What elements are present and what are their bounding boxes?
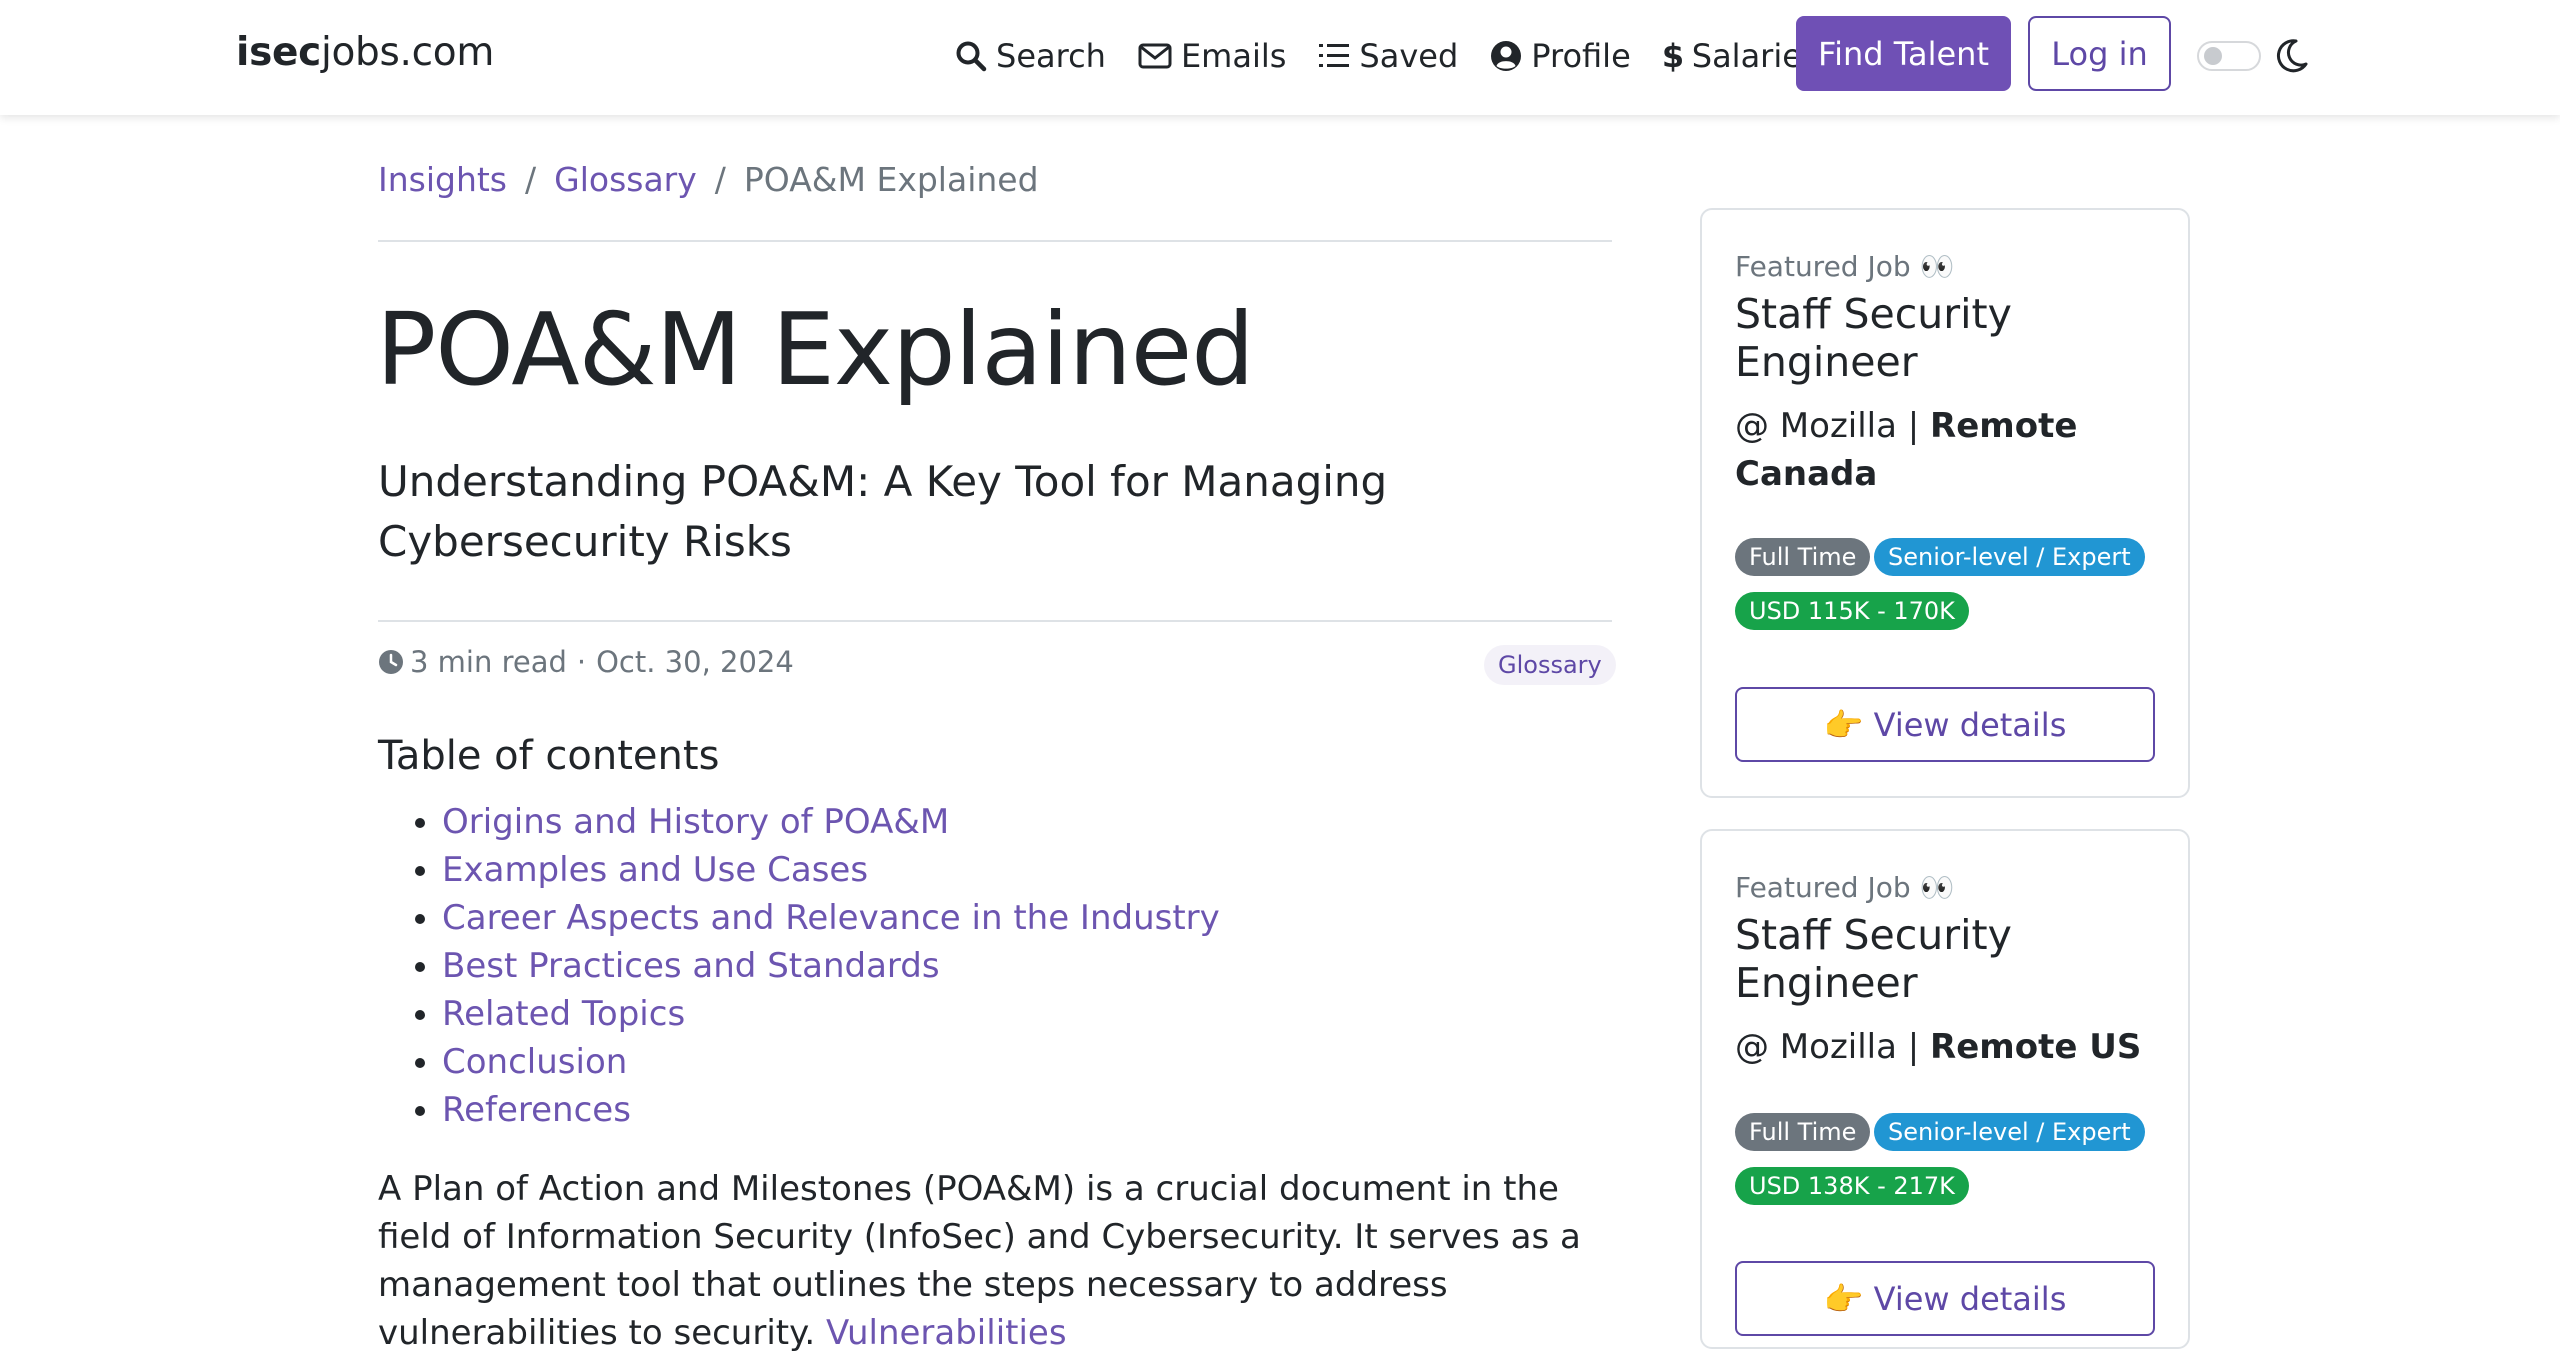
nav-emails-label: Emails bbox=[1180, 37, 1287, 75]
list-item: Related Topics bbox=[442, 990, 1220, 1038]
featured-job-card: Featured Job 👀 Staff Security Engineer @… bbox=[1700, 829, 2190, 1349]
list-item: Best Practices and Standards bbox=[442, 942, 1220, 990]
toc-link-best-practices[interactable]: Best Practices and Standards bbox=[442, 946, 940, 986]
brand-logo[interactable]: isecjobs.com bbox=[236, 30, 494, 75]
meta-dot: · bbox=[576, 645, 587, 679]
nav-saved-label: Saved bbox=[1359, 37, 1459, 75]
page-title: POA&M Explained bbox=[376, 291, 1255, 408]
vulnerabilities-link[interactable]: Vulnerabilities bbox=[826, 1313, 1067, 1353]
divider bbox=[378, 620, 1612, 622]
list-item: References bbox=[442, 1086, 1220, 1134]
salary-badge: USD 138K - 217K bbox=[1735, 1167, 1969, 1205]
job-title[interactable]: Staff Security Engineer bbox=[1735, 911, 2155, 1007]
login-button[interactable]: Log in bbox=[2028, 16, 2171, 91]
job-title[interactable]: Staff Security Engineer bbox=[1735, 290, 2155, 386]
breadcrumb: Insights / Glossary / POA&M Explained bbox=[378, 160, 1039, 199]
envelope-icon bbox=[1138, 43, 1172, 69]
toc-link-related[interactable]: Related Topics bbox=[442, 994, 685, 1034]
brand-bold: isec bbox=[236, 30, 321, 75]
list-item: Origins and History of POA&M bbox=[442, 798, 1220, 846]
user-circle-icon bbox=[1491, 41, 1522, 71]
list-icon bbox=[1319, 44, 1350, 67]
breadcrumb-current: POA&M Explained bbox=[743, 160, 1039, 199]
nav-profile[interactable]: Profile bbox=[1490, 37, 1631, 75]
seniority-badge: Senior-level / Expert bbox=[1874, 538, 2145, 576]
moon-icon bbox=[2276, 39, 2308, 73]
toc-link-examples[interactable]: Examples and Use Cases bbox=[442, 850, 868, 890]
clock-icon bbox=[379, 650, 403, 674]
company-name: @ Mozilla | bbox=[1735, 1027, 1931, 1067]
nav-profile-label: Profile bbox=[1531, 37, 1631, 75]
toc-link-conclusion[interactable]: Conclusion bbox=[442, 1042, 627, 1082]
job-company: @ Mozilla | Remote Canada bbox=[1735, 402, 2155, 498]
toc-heading: Table of contents bbox=[378, 733, 720, 779]
job-type-badge: Full Time bbox=[1735, 1113, 1871, 1151]
nav-links: Search Emails Saved Profile $ Salaries bbox=[955, 30, 1851, 82]
svg-text:$: $ bbox=[1663, 39, 1683, 73]
article-meta: 3 min read · Oct. 30, 2024 bbox=[378, 645, 794, 679]
featured-label: Featured Job 👀 bbox=[1735, 250, 1955, 283]
company-name: @ Mozilla | bbox=[1735, 406, 1931, 446]
breadcrumb-separator: / bbox=[714, 160, 726, 199]
navbar: isecjobs.com Search Emails Saved Profile… bbox=[0, 0, 2560, 115]
featured-job-card: Featured Job 👀 Staff Security Engineer @… bbox=[1700, 208, 2190, 798]
dollar-icon: $ bbox=[1663, 39, 1683, 73]
page-subtitle: Understanding POA&M: A Key Tool for Mana… bbox=[378, 457, 1388, 566]
breadcrumb-separator: / bbox=[525, 160, 537, 199]
job-company: @ Mozilla | Remote US bbox=[1735, 1023, 2155, 1071]
breadcrumb-insights[interactable]: Insights bbox=[378, 160, 507, 199]
featured-label: Featured Job 👀 bbox=[1735, 871, 1955, 904]
salary-badge: USD 115K - 170K bbox=[1735, 592, 1969, 630]
divider bbox=[378, 240, 1612, 242]
list-item: Career Aspects and Relevance in the Indu… bbox=[442, 894, 1220, 942]
toggle-knob bbox=[2204, 47, 2222, 65]
glossary-tag[interactable]: Glossary bbox=[1484, 645, 1616, 685]
find-talent-button[interactable]: Find Talent bbox=[1796, 16, 2011, 91]
view-details-button[interactable]: 👉 View details bbox=[1735, 1261, 2155, 1336]
nav-emails[interactable]: Emails bbox=[1138, 37, 1286, 75]
breadcrumb-glossary[interactable]: Glossary bbox=[554, 160, 697, 199]
theme-toggle[interactable] bbox=[2197, 41, 2261, 71]
list-item: Conclusion bbox=[442, 1038, 1220, 1086]
seniority-badge: Senior-level / Expert bbox=[1874, 1113, 2145, 1151]
nav-search-label: Search bbox=[996, 37, 1106, 75]
table-of-contents: Origins and History of POA&M Examples an… bbox=[378, 798, 1220, 1134]
nav-search[interactable]: Search bbox=[955, 37, 1106, 75]
read-time: 3 min read bbox=[410, 645, 567, 679]
intro-paragraph: A Plan of Action and Milestones (POA&M) … bbox=[378, 1165, 1618, 1357]
search-icon bbox=[956, 41, 987, 72]
toc-link-career[interactable]: Career Aspects and Relevance in the Indu… bbox=[442, 898, 1220, 938]
toc-link-origins[interactable]: Origins and History of POA&M bbox=[442, 802, 949, 842]
brand-rest: jobs.com bbox=[320, 30, 495, 75]
job-location: Remote US bbox=[1930, 1027, 2142, 1067]
view-details-button[interactable]: 👉 View details bbox=[1735, 687, 2155, 762]
nav-saved[interactable]: Saved bbox=[1318, 37, 1458, 75]
publish-date: Oct. 30, 2024 bbox=[596, 645, 794, 679]
list-item: Examples and Use Cases bbox=[442, 846, 1220, 894]
job-type-badge: Full Time bbox=[1735, 538, 1871, 576]
toc-link-references[interactable]: References bbox=[442, 1090, 631, 1130]
